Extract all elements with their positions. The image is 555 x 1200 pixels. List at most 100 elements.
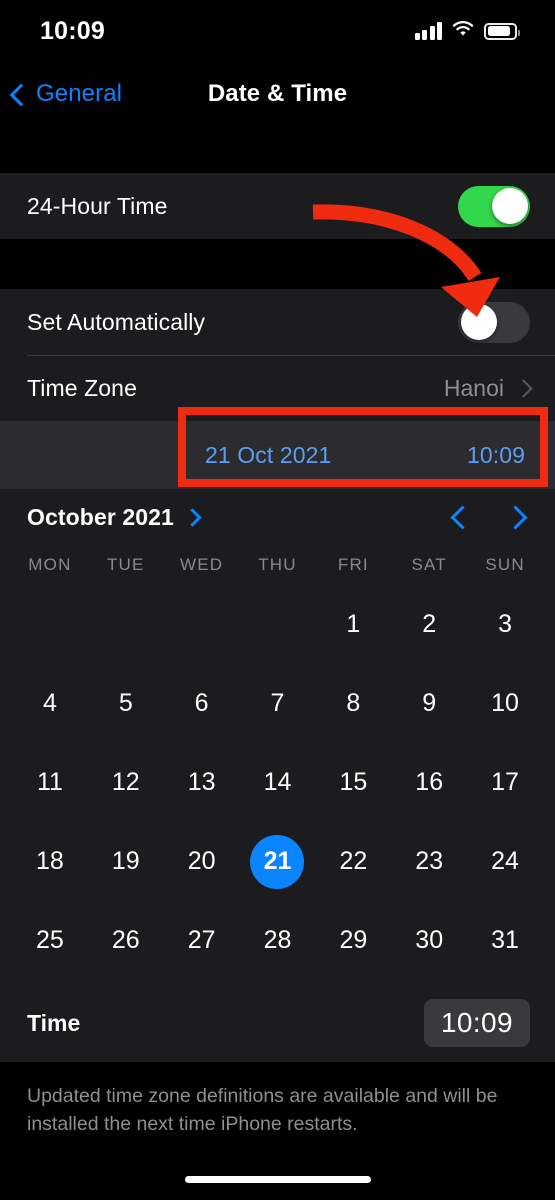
row-set-automatically[interactable]: Set Automatically xyxy=(0,289,555,355)
chevron-right-icon[interactable] xyxy=(183,507,202,527)
group-date-time: Set Automatically Time Zone Hanoi xyxy=(0,289,555,421)
calendar-day-18[interactable]: 18 xyxy=(12,822,88,901)
calendar-day-14[interactable]: 14 xyxy=(240,743,316,822)
calendar-day-22[interactable]: 22 xyxy=(315,822,391,901)
calendar-day-19[interactable]: 19 xyxy=(88,822,164,901)
calendar-day-number: 17 xyxy=(491,768,519,796)
calendar-day-10[interactable]: 10 xyxy=(467,664,543,743)
calendar-day-number: 22 xyxy=(339,847,368,875)
calendar-week-row: 4 5 6 7 8 9 10 xyxy=(0,664,555,743)
calendar-day-13[interactable]: 13 xyxy=(164,743,240,822)
status-bar: 10:09 xyxy=(0,0,555,62)
toggle-knob xyxy=(460,304,497,340)
calendar-day-6[interactable]: 6 xyxy=(164,664,240,743)
calendar-week-row: 25 26 27 28 29 30 31 xyxy=(0,901,555,980)
time-picker-value[interactable]: 10:09 xyxy=(423,999,530,1047)
calendar-grid: 1 2 3 4 5 6 7 8 9 10 11 12 13 14 15 16 17 18 19 20 21 22 23 24 2… xyxy=(0,585,555,980)
calendar-day-number: 8 xyxy=(346,689,361,717)
row-value-time-zone: Hanoi xyxy=(443,374,504,401)
calendar-day-number: 21 xyxy=(250,834,305,889)
calendar-day-number: 14 xyxy=(263,768,292,796)
calendar-day-23[interactable]: 23 xyxy=(391,822,467,901)
calendar-day-24[interactable]: 24 xyxy=(467,822,543,901)
calendar-day-20[interactable]: 20 xyxy=(164,822,240,901)
date-time-editor-row[interactable]: 21 Oct 2021 10:09 xyxy=(0,421,555,489)
row-time-picker: Time 10:09 xyxy=(0,984,555,1062)
iphone-settings-screen: 10:09 General Date & Time 24-Hour Time S… xyxy=(0,0,555,1200)
calendar-week-row: 11 12 13 14 15 16 17 xyxy=(0,743,555,822)
calendar-week-row: 1 2 3 xyxy=(0,585,555,664)
weekday-label: SUN xyxy=(485,555,525,574)
calendar-day-number: 3 xyxy=(498,610,513,638)
calendar-day-17[interactable]: 17 xyxy=(467,743,543,822)
calendar-day-number: 31 xyxy=(491,926,519,954)
calendar-day-15[interactable]: 15 xyxy=(315,743,391,822)
calendar-day-number: 27 xyxy=(187,926,216,954)
calendar-day-number: 5 xyxy=(118,689,133,717)
calendar-day-number: 28 xyxy=(263,926,292,954)
calendar-nav xyxy=(450,504,532,530)
row-label-24-hour-time: 24-Hour Time xyxy=(27,192,168,219)
calendar-day-2[interactable]: 2 xyxy=(391,585,467,664)
time-picker-label: Time xyxy=(27,1009,81,1036)
toggle-set-automatically[interactable] xyxy=(458,301,530,343)
calendar-header: October 2021 xyxy=(0,489,555,545)
calendar-day-3[interactable]: 3 xyxy=(467,585,543,664)
section-gap-middle xyxy=(0,239,555,289)
toggle-knob xyxy=(491,188,528,224)
calendar-prev-month-button[interactable] xyxy=(450,504,475,530)
calendar-day-number: 10 xyxy=(491,689,519,717)
calendar-day-number: 13 xyxy=(187,768,216,796)
back-button-label: General xyxy=(36,80,123,107)
back-button[interactable]: General xyxy=(0,80,122,108)
settings-content: 24-Hour Time Set Automatically Time Zone… xyxy=(0,126,555,1139)
calendar-day-12[interactable]: 12 xyxy=(88,743,164,822)
calendar-day-28[interactable]: 28 xyxy=(240,901,316,980)
calendar-day-29[interactable]: 29 xyxy=(315,901,391,980)
calendar-day-27[interactable]: 27 xyxy=(164,901,240,980)
calendar-picker: October 2021 MON TUE WED THU FRI SAT SUN… xyxy=(0,489,555,984)
calendar-day-25[interactable]: 25 xyxy=(12,901,88,980)
calendar-day-7[interactable]: 7 xyxy=(240,664,316,743)
calendar-day-number: 20 xyxy=(187,847,216,875)
calendar-day-30[interactable]: 30 xyxy=(391,901,467,980)
calendar-month-label: October 2021 xyxy=(27,503,174,530)
calendar-weekday-header: MON TUE WED THU FRI SAT SUN xyxy=(0,545,555,585)
calendar-day-number: 23 xyxy=(415,847,444,875)
calendar-day-31[interactable]: 31 xyxy=(467,901,543,980)
calendar-day-5[interactable]: 5 xyxy=(88,664,164,743)
calendar-day-1[interactable]: 1 xyxy=(315,585,391,664)
calendar-day-number: 12 xyxy=(111,768,140,796)
row-label-time-zone: Time Zone xyxy=(27,374,137,401)
calendar-day-number: 6 xyxy=(194,689,209,717)
calendar-day-number: 15 xyxy=(339,768,368,796)
chevron-right-icon xyxy=(514,378,533,398)
calendar-day-16[interactable]: 16 xyxy=(391,743,467,822)
section-gap-top xyxy=(0,126,555,173)
weekday-label: WED xyxy=(180,555,224,574)
calendar-day-26[interactable]: 26 xyxy=(88,901,164,980)
calendar-day-number: 11 xyxy=(36,768,63,796)
calendar-next-month-button[interactable] xyxy=(503,504,528,530)
row-label-set-automatically: Set Automatically xyxy=(27,308,206,335)
row-24-hour-time[interactable]: 24-Hour Time xyxy=(0,173,555,239)
row-time-zone[interactable]: Time Zone Hanoi xyxy=(0,355,555,421)
calendar-day-number: 1 xyxy=(346,610,361,638)
date-field[interactable]: 21 Oct 2021 xyxy=(205,442,331,469)
calendar-day-21[interactable]: 21 xyxy=(240,822,316,901)
calendar-day-number: 2 xyxy=(422,610,437,638)
calendar-day-8[interactable]: 8 xyxy=(315,664,391,743)
battery-icon xyxy=(484,22,520,40)
calendar-day-4[interactable]: 4 xyxy=(12,664,88,743)
weekday-label: MON xyxy=(28,555,72,574)
calendar-day-number: 9 xyxy=(422,689,437,717)
weekday-label: TUE xyxy=(106,555,145,574)
calendar-day-9[interactable]: 9 xyxy=(391,664,467,743)
calendar-day-11[interactable]: 11 xyxy=(12,743,88,822)
footer-note: Updated time zone definitions are availa… xyxy=(0,1062,555,1139)
status-bar-clock: 10:09 xyxy=(40,16,105,45)
status-bar-indicators xyxy=(414,20,520,43)
calendar-day-number: 29 xyxy=(339,926,368,954)
toggle-24-hour-time[interactable] xyxy=(458,185,530,227)
time-field[interactable]: 10:09 xyxy=(467,442,525,469)
